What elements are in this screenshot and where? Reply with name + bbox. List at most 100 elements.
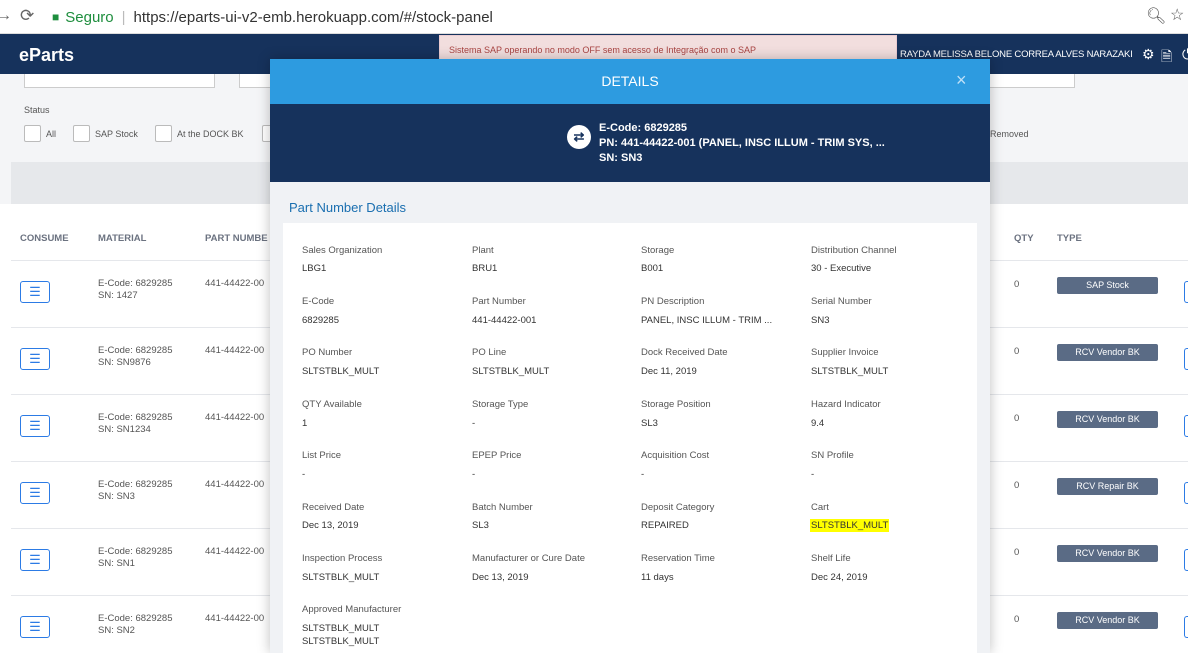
field-label: Distribution Channel (811, 245, 897, 256)
column-header[interactable]: MATERIAL (98, 233, 146, 244)
modal-title: DETAILS (601, 73, 659, 89)
row-action-button[interactable] (1184, 482, 1188, 504)
material-cell: E-Code: 6829285 SN: SN3 (98, 479, 173, 502)
field-label: Part Number (472, 296, 526, 307)
row-action-button[interactable] (1184, 549, 1188, 571)
field-value: BRU1 (472, 263, 498, 274)
filter-select[interactable] (24, 74, 215, 88)
field-value: Dec 11, 2019 (641, 366, 697, 377)
field-label: E-Code (302, 296, 335, 307)
field-value: - (302, 469, 306, 480)
field-value: B001 (641, 263, 664, 274)
field-label: Deposit Category (641, 502, 715, 513)
reload-icon[interactable]: ⟳ (20, 7, 34, 25)
swap-icon[interactable]: ⇄ (567, 125, 591, 149)
details-card: Sales Organization LBG1 Plant BRU1 Stora… (283, 223, 977, 653)
filter-select-3[interactable] (985, 74, 1075, 88)
row-action-button[interactable] (1184, 415, 1188, 437)
field-label: Received Date (302, 502, 365, 513)
secure-label: Seguro (65, 8, 114, 26)
field-value: 441-44422-001 (472, 315, 537, 326)
details-modal: DETAILS × ⇄ E-Code: 6829285 PN: 441-4442… (270, 59, 990, 653)
back-icon[interactable]: → (0, 7, 12, 25)
field-value: 30 - Executive (811, 263, 872, 274)
app-logo[interactable]: eParts (19, 45, 74, 66)
field-label: EPEP Price (472, 450, 522, 461)
part-number-cell: 441-44422-00 (205, 613, 265, 624)
column-header[interactable]: CONSUME (20, 233, 69, 244)
field-value: SL3 (641, 418, 658, 429)
part-number-cell: 441-44422-00 (205, 412, 265, 423)
field-value: SLTSTBLK_MULT (472, 366, 550, 377)
type-badge: RCV Repair BK (1057, 478, 1158, 495)
list-icon[interactable]: ☰ (20, 549, 50, 571)
field-value: REPAIRED (641, 520, 689, 531)
row-action-button[interactable] (1184, 348, 1188, 370)
field-label: Storage (641, 245, 675, 256)
list-icon[interactable]: ☰ (20, 415, 50, 437)
summary-ecode: E-Code: 6829285 (599, 122, 688, 134)
checkbox-sap-stock[interactable] (73, 125, 90, 142)
list-icon[interactable]: ☰ (20, 281, 50, 303)
field-value: 6829285 (302, 315, 339, 326)
field-label: SN Profile (811, 450, 854, 461)
close-icon[interactable]: × (956, 70, 967, 91)
part-number-cell: 441-44422-00 (205, 345, 265, 356)
column-header[interactable]: QTY (1014, 233, 1034, 244)
checkbox-label: Removed (990, 129, 1029, 139)
field-value: SL3 (472, 520, 489, 531)
field-value: SLTSTBLK_MULT (811, 366, 889, 377)
qty-cell: 0 (1014, 480, 1020, 491)
list-icon[interactable]: ☰ (20, 348, 50, 370)
field-label: Supplier Invoice (811, 347, 879, 358)
field-value: 9.4 (811, 418, 825, 429)
field-label: Storage Type (472, 399, 529, 410)
field-value: - (641, 469, 645, 480)
field-value: Dec 13, 2019 (302, 520, 359, 531)
browser-toolbar: → ⟳ ■ Seguro | https://eparts-ui-v2-emb.… (0, 0, 1188, 34)
field-value: - (472, 418, 476, 429)
document-icon[interactable]: 🗎︎ (1161, 46, 1172, 70)
material-cell: E-Code: 6829285 SN: SN1234 (98, 412, 173, 435)
qty-cell: 0 (1014, 413, 1020, 424)
type-badge: RCV Vendor BK (1057, 612, 1158, 629)
field-label: Serial Number (811, 296, 872, 307)
field-value: SN3 (811, 315, 830, 326)
address-bar[interactable]: ■ Seguro | https://eparts-ui-v2-emb.hero… (46, 4, 1170, 30)
field-label: Approved Manufacturer (302, 604, 402, 615)
qty-cell: 0 (1014, 279, 1020, 290)
row-action-button[interactable] (1184, 281, 1188, 303)
summary-sn: SN: SN3 (599, 152, 643, 164)
qty-cell: 0 (1014, 547, 1020, 558)
field-label: Shelf Life (811, 553, 851, 564)
field-value: SLTSTBLK_MULT (302, 572, 380, 583)
list-icon[interactable]: ☰ (20, 616, 50, 638)
field-label: Batch Number (472, 502, 533, 513)
column-header[interactable]: TYPE (1057, 233, 1082, 244)
part-number-cell: 441-44422-00 (205, 278, 265, 289)
field-label: PO Line (472, 347, 507, 358)
field-value: 11 days (641, 572, 674, 583)
power-icon[interactable]: ⏻ (1182, 46, 1188, 63)
lock-icon: ■ (52, 10, 60, 24)
zoom-icon[interactable]: 🔍︎ (1146, 6, 1166, 26)
list-icon[interactable]: ☰ (20, 482, 50, 504)
field-value: SLTSTBLK_MULT (302, 366, 380, 377)
qty-cell: 0 (1014, 614, 1020, 625)
star-icon[interactable]: ☆ (1170, 5, 1184, 25)
checkbox-all[interactable] (24, 125, 41, 142)
section-title: Part Number Details (289, 200, 407, 215)
type-badge: SAP Stock (1057, 277, 1158, 294)
status-label: Status (24, 105, 50, 115)
field-label: Plant (472, 245, 494, 256)
cart-value-highlighted: SLTSTBLK_MULT (810, 519, 890, 532)
part-number-cell: 441-44422-00 (205, 479, 265, 490)
checkbox-at-dock[interactable] (155, 125, 172, 142)
field-label: List Price (302, 450, 342, 461)
field-label: Dock Received Date (641, 347, 728, 358)
gear-icon[interactable]: ⚙ (1142, 46, 1155, 63)
column-header[interactable]: PART NUMBE (205, 233, 268, 244)
url-text[interactable]: https://eparts-ui-v2-emb.herokuapp.com/#… (134, 9, 493, 26)
field-value: Dec 24, 2019 (811, 572, 868, 583)
row-action-button[interactable] (1184, 616, 1188, 638)
